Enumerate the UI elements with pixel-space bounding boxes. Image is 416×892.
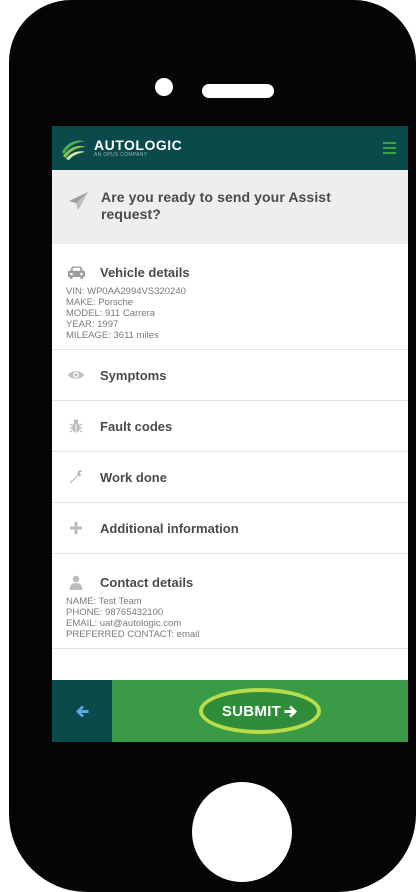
app-screen: AUTOLOGIC AN OPUS COMPANY Are you ready …: [52, 126, 408, 742]
vehicle-model: MODEL: 911 Carrera: [66, 308, 156, 319]
contact-preferred: PREFERRED CONTACT: email: [66, 629, 200, 640]
brand-logo: AUTOLOGIC AN OPUS COMPANY: [58, 133, 182, 163]
additional-information-section[interactable]: Additional information: [52, 503, 408, 554]
contact-phone: PHONE: 98765432100: [66, 607, 164, 618]
arrow-left-icon: [76, 705, 89, 717]
front-camera: [155, 78, 173, 96]
app-header: AUTOLOGIC AN OPUS COMPANY: [52, 126, 408, 170]
work-done-title: Work done: [100, 469, 167, 485]
symptoms-section[interactable]: Symptoms: [52, 350, 408, 401]
vehicle-details-section[interactable]: Vehicle details VIN: WP0AA2994VS320240 M…: [52, 244, 408, 350]
vehicle-mileage: MILEAGE: 3611 miles: [66, 330, 159, 341]
fault-codes-section[interactable]: Fault codes: [52, 401, 408, 452]
vehicle-details-title: Vehicle details: [100, 264, 190, 280]
additional-information-title: Additional information: [100, 520, 239, 536]
bug-icon: [66, 417, 86, 435]
back-button[interactable]: [52, 680, 112, 742]
prompt-text: Are you ready to send your Assist reques…: [101, 189, 331, 222]
home-button[interactable]: [192, 782, 292, 882]
brand-name: AUTOLOGIC: [94, 137, 183, 153]
user-icon: [66, 573, 86, 591]
confirmation-prompt: Are you ready to send your Assist reques…: [52, 170, 408, 244]
eye-icon: [66, 366, 86, 384]
plus-icon: [66, 519, 86, 537]
phone-frame: AUTOLOGIC AN OPUS COMPANY Are you ready …: [9, 0, 416, 892]
contact-details-section[interactable]: Contact details NAME: Test Team PHONE: 9…: [52, 554, 408, 649]
vehicle-details-list: VIN: WP0AA2994VS320240 MAKE: Porsche MOD…: [66, 286, 394, 349]
brand-tagline: AN OPUS COMPANY: [94, 152, 148, 158]
car-icon: [66, 263, 86, 281]
contact-details-list: NAME: Test Team PHONE: 98765432100 EMAIL…: [66, 596, 394, 648]
paper-plane-icon: [69, 192, 88, 210]
logo-swirl-icon: [60, 135, 86, 161]
submit-area: SUBMIT: [112, 680, 408, 742]
submit-button[interactable]: SUBMIT: [222, 703, 298, 720]
work-done-section[interactable]: Work done: [52, 452, 408, 503]
earpiece-speaker: [202, 84, 274, 98]
contact-details-title: Contact details: [100, 574, 194, 590]
symptoms-title: Symptoms: [100, 367, 167, 383]
contact-email: EMAIL: uat@autologic.com: [66, 618, 182, 629]
arrow-right-icon: [284, 705, 298, 717]
hamburger-menu-icon[interactable]: [383, 142, 396, 154]
vehicle-vin: VIN: WP0AA2994VS320240: [66, 286, 186, 297]
vehicle-year: YEAR: 1997: [66, 319, 119, 330]
action-footer: SUBMIT: [52, 680, 408, 742]
wrench-icon: [66, 468, 86, 486]
contact-name: NAME: Test Team: [66, 596, 142, 607]
vehicle-make: MAKE: Porsche: [66, 297, 134, 308]
submit-label: SUBMIT: [221, 702, 282, 720]
fault-codes-title: Fault codes: [100, 418, 173, 434]
